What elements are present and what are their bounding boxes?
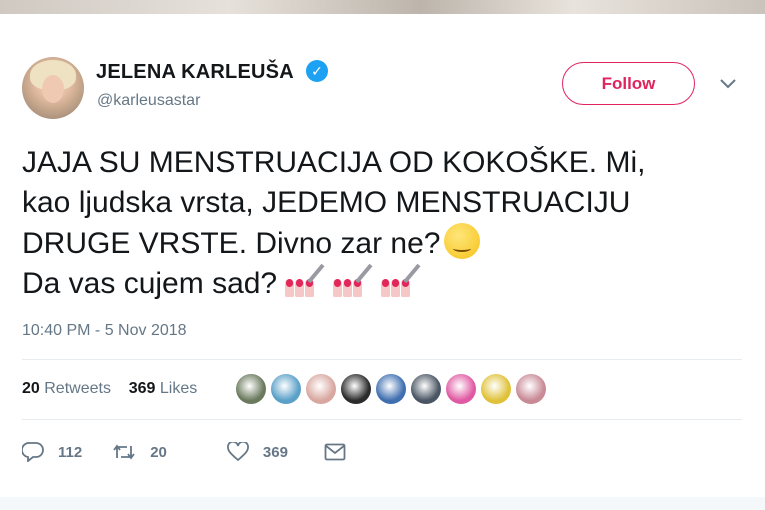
liker-avatar[interactable] (446, 374, 476, 404)
tweet-timestamp[interactable]: 10:40 PM - 5 Nov 2018 (22, 322, 187, 340)
tweet-line: kao ljudska vrsta, JEDEMO MENSTRUACIJU (22, 183, 742, 223)
like-count: 369 (262, 443, 288, 461)
tweet-actions: 112 20 369 (22, 440, 390, 464)
liker-avatar[interactable] (236, 374, 266, 404)
envelope-icon (324, 443, 346, 461)
retweet-icon (113, 444, 135, 460)
smirking-face-icon (444, 223, 481, 259)
divider (22, 359, 742, 360)
tweet-line-text: Da vas cujem sad? (22, 267, 278, 300)
nail-polish-icon (379, 263, 421, 299)
reply-count: 112 (58, 443, 83, 461)
reply-button[interactable]: 112 (22, 442, 82, 462)
avatar-face (42, 75, 64, 103)
likes-count[interactable]: 369 (129, 380, 156, 397)
retweet-button[interactable]: 20 (112, 443, 167, 461)
tweet-line: Da vas cujem sad? (22, 263, 742, 304)
liker-avatar[interactable] (411, 374, 441, 404)
reply-icon (22, 442, 44, 462)
liker-avatar[interactable] (481, 374, 511, 404)
retweet-count: 20 (150, 443, 167, 461)
tweet-line: DRUGE VRSTE. Divno zar ne? (22, 223, 742, 264)
liker-avatar[interactable] (306, 374, 336, 404)
tweet-text: JAJA SU MENSTRUACIJA OD KOKOŠKE. Mi, kao… (22, 143, 742, 304)
nail-polish-icon (283, 263, 325, 299)
like-button[interactable]: 369 (226, 442, 288, 462)
tweet-stats: 20 Retweets 369 Likes (22, 380, 197, 398)
author-avatar[interactable] (22, 57, 84, 119)
retweets-label[interactable]: Retweets (44, 380, 111, 397)
tweet-line: JAJA SU MENSTRUACIJA OD KOKOŠKE. Mi, (22, 146, 646, 179)
liker-avatar[interactable] (376, 374, 406, 404)
liker-avatar[interactable] (341, 374, 371, 404)
tweet-line-text: DRUGE VRSTE. Divno zar ne? (22, 227, 441, 260)
heart-icon (226, 442, 249, 462)
liker-avatars (236, 374, 546, 406)
follow-button[interactable]: Follow (562, 62, 695, 105)
liker-avatar[interactable] (271, 374, 301, 404)
verified-badge-icon: ✓ (306, 60, 328, 82)
author-name[interactable]: JELENA KARLEUŠA (96, 61, 294, 84)
author-handle[interactable]: @karleusastar (97, 92, 200, 110)
divider (22, 419, 742, 420)
retweets-count[interactable]: 20 (22, 380, 40, 397)
liker-avatar[interactable] (516, 374, 546, 404)
likes-label[interactable]: Likes (160, 380, 197, 397)
nail-polish-icon (331, 263, 373, 299)
chevron-down-icon[interactable] (720, 76, 736, 94)
footer-strip (0, 497, 765, 510)
tweet-line-text: kao ljudska vrsta, JEDEMO MENSTRUACIJU (22, 186, 631, 219)
direct-message-button[interactable] (324, 443, 360, 461)
background-photo-strip (0, 0, 765, 14)
